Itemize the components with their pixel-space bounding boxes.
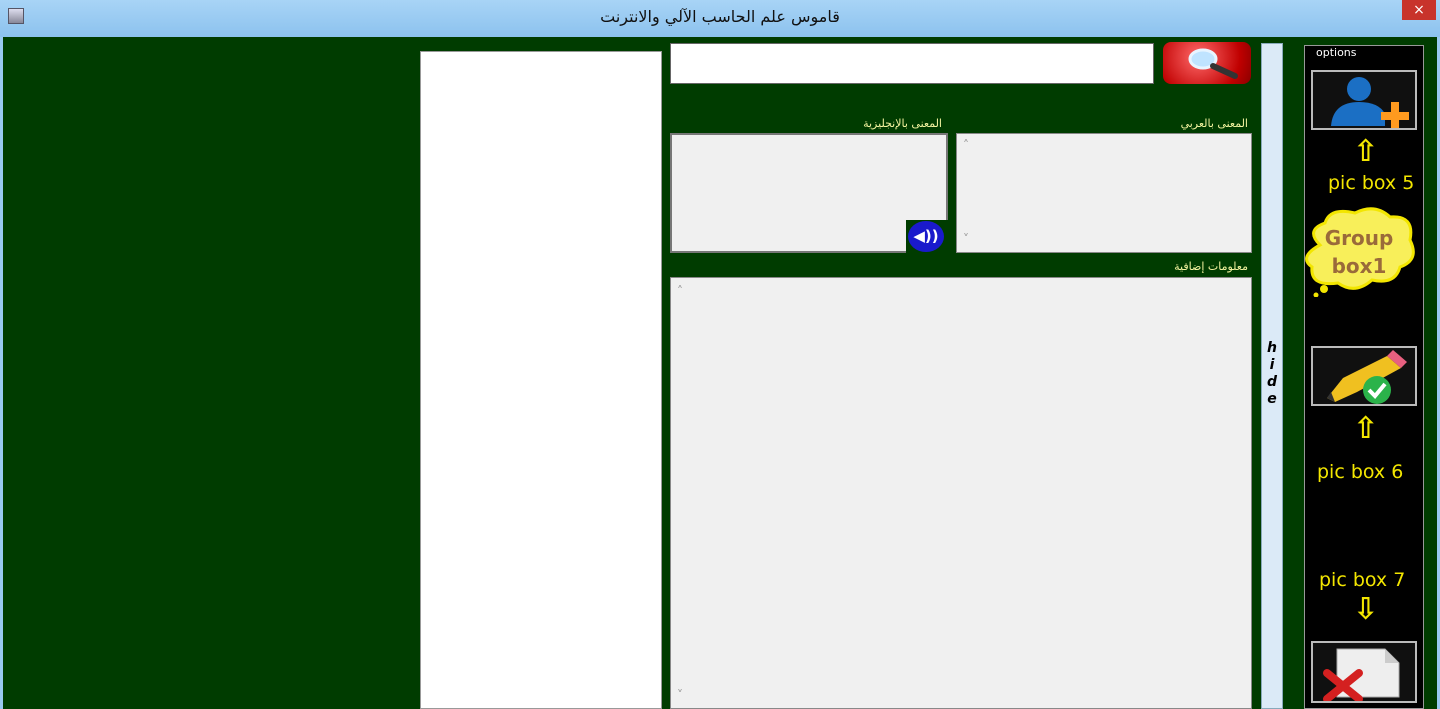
user-add-icon [1331, 77, 1409, 130]
scroll-up-icon[interactable]: ˄ [677, 284, 683, 298]
arrow-down-icon: ⇩ [1353, 592, 1379, 627]
group-box-annotation: Group box1 [1324, 226, 1394, 278]
magnifier-icon [1188, 48, 1238, 79]
document-delete-icon [1323, 648, 1400, 703]
scroll-down-icon[interactable]: ˅ [963, 232, 969, 246]
edit-word-button[interactable] [1311, 346, 1417, 406]
window-title: قاموس علم الحاسب الآلي والانترنت [600, 7, 840, 26]
close-button[interactable]: × [1402, 0, 1436, 20]
scroll-up-icon[interactable]: ˄ [963, 138, 969, 152]
pic-box-5-annotation: pic box 5 [1328, 172, 1415, 194]
pencil-check-icon [1327, 350, 1407, 404]
english-meaning-label: المعنى بالإنجليزية [863, 117, 942, 130]
pic-box-7-annotation: pic box 7 [1319, 569, 1406, 591]
pic-box-6-annotation: pic box 6 [1317, 461, 1404, 483]
arrow-up-icon: ⇧ [1353, 411, 1379, 446]
add-word-button[interactable] [1311, 70, 1417, 130]
extra-info-label: معلومات إضافية [1174, 260, 1248, 273]
delete-word-button[interactable] [1311, 641, 1417, 703]
arrow-up-icon: ⇧ [1353, 134, 1379, 169]
extra-info-textbox[interactable]: ˄ ˅ [670, 277, 1252, 709]
search-button[interactable] [1163, 42, 1251, 84]
arabic-meaning-label: المعنى بالعربي [1180, 117, 1248, 130]
speaker-icon[interactable]: ◀)) [908, 221, 944, 252]
options-label: options [1314, 46, 1359, 59]
arabic-meaning-textbox[interactable]: ˄ ˅ [956, 133, 1252, 253]
hide-label-text: h i d e [1267, 340, 1278, 407]
scroll-down-icon[interactable]: ˅ [677, 688, 683, 702]
search-input[interactable] [670, 43, 1154, 84]
hide-label: h i d e [1263, 340, 1281, 408]
word-list[interactable] [420, 51, 662, 709]
